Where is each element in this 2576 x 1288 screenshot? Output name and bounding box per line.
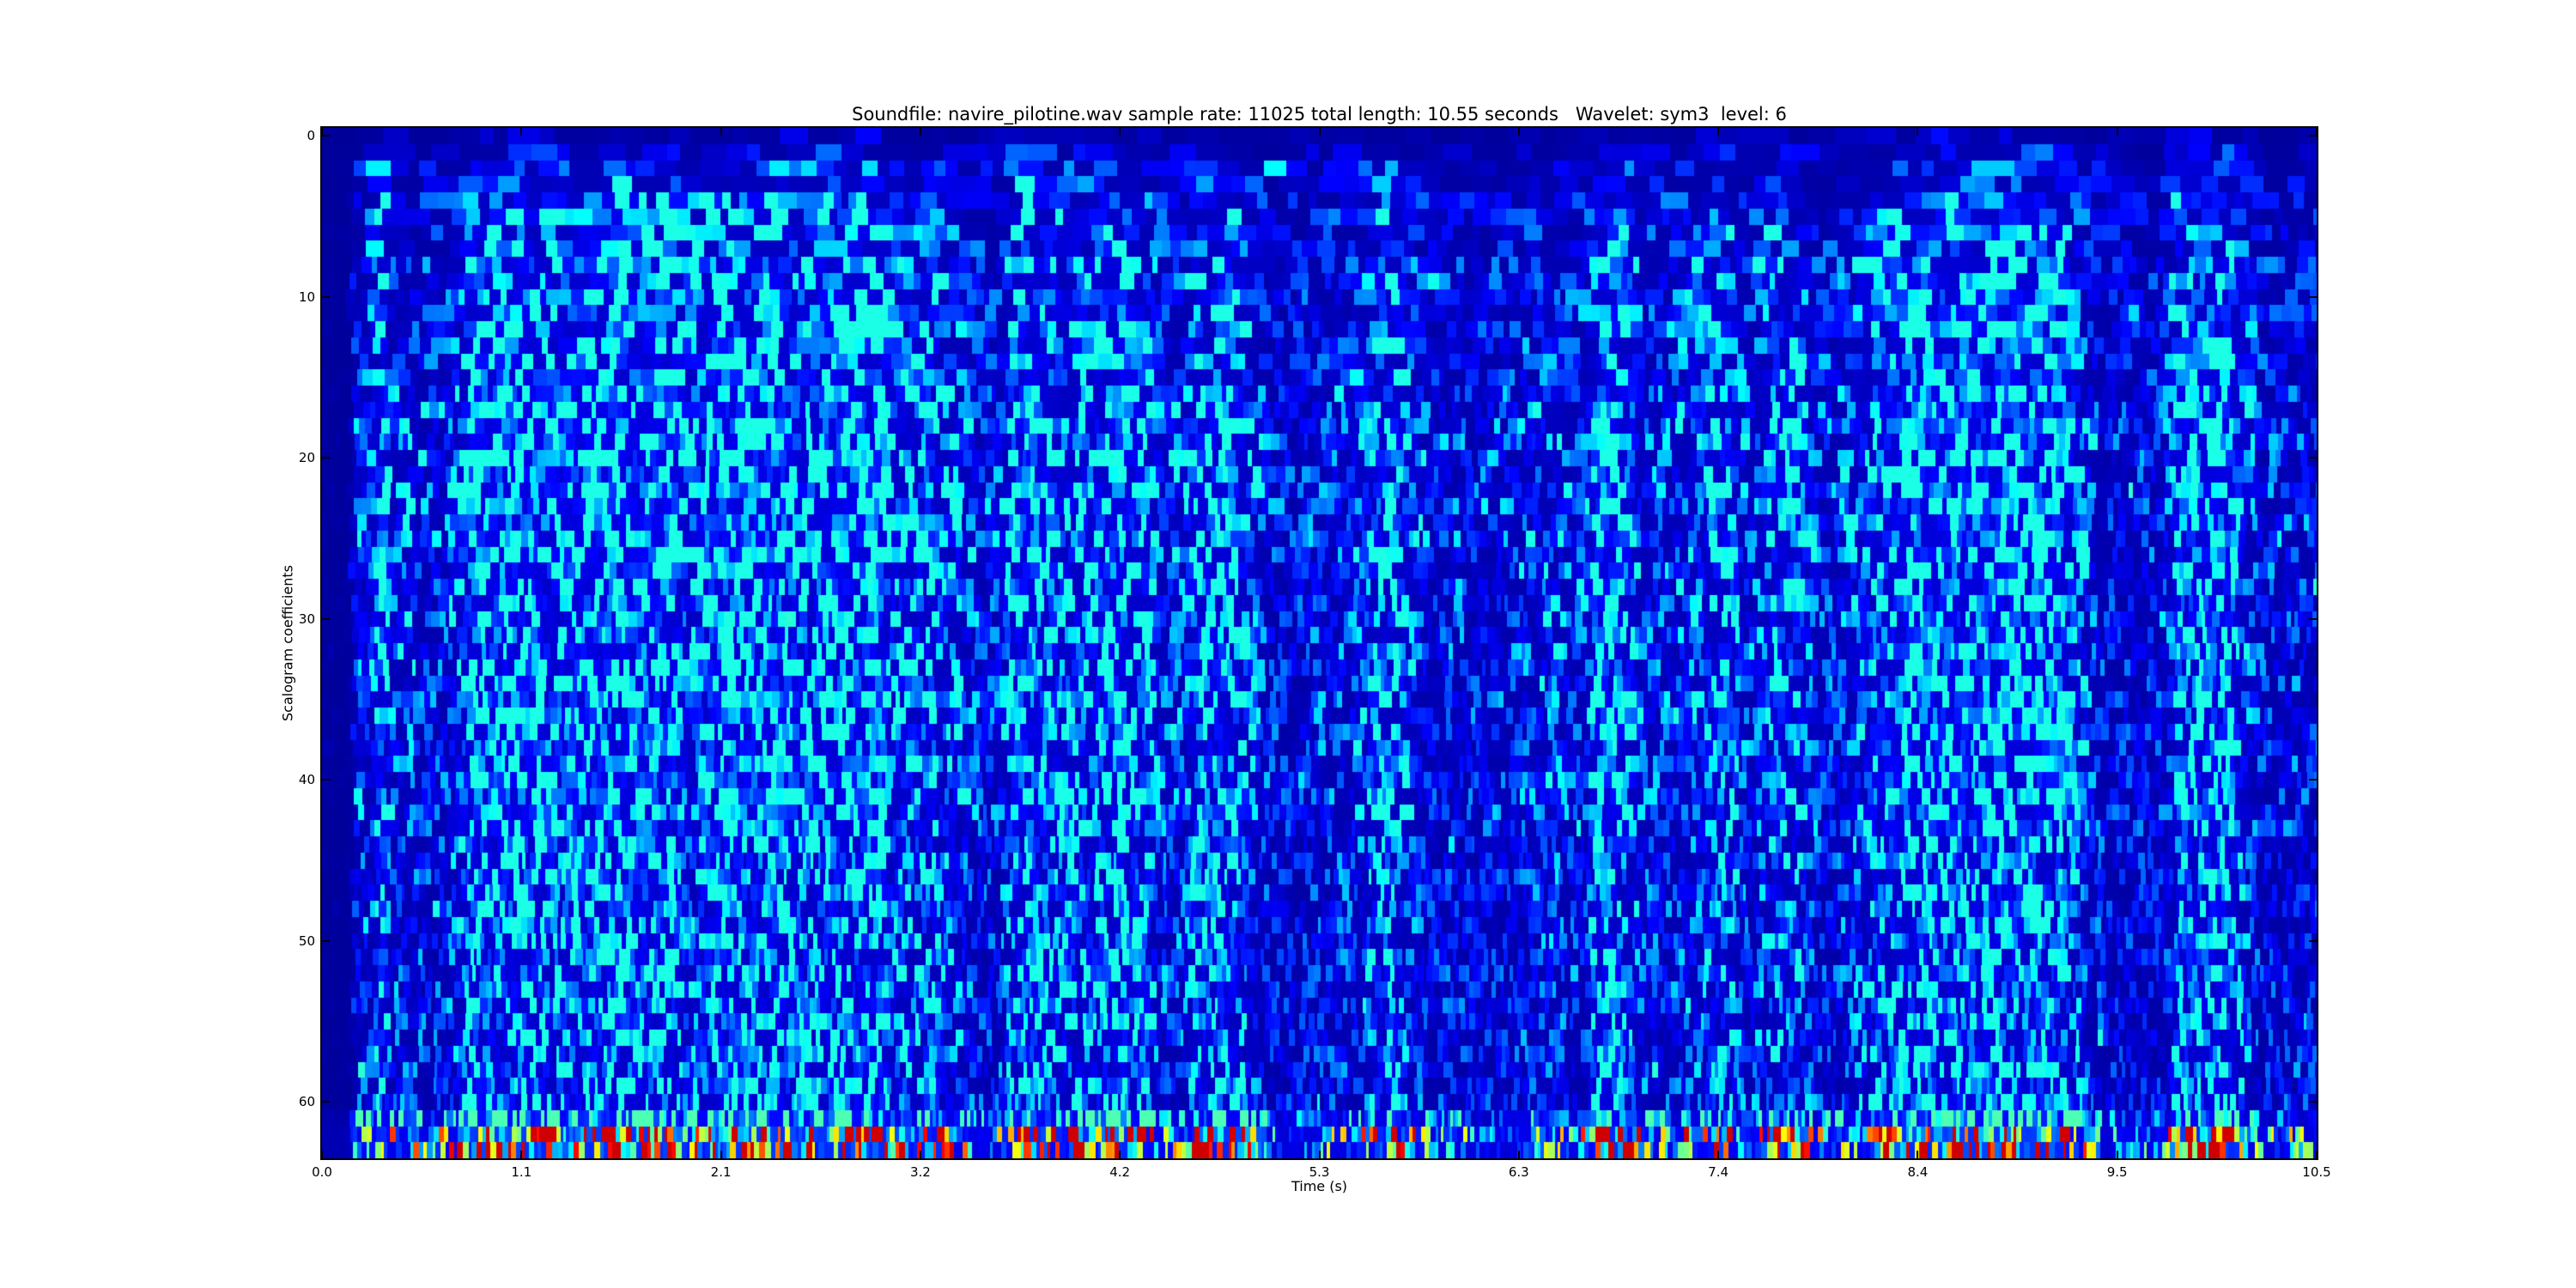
y-tick xyxy=(322,135,330,137)
y-tick xyxy=(2309,940,2317,942)
chart-title: Soundfile: navire_pilotine.wav sample ra… xyxy=(322,104,2317,125)
x-tick xyxy=(1518,1151,1520,1158)
y-tick-label: 10 xyxy=(246,288,315,307)
y-tick xyxy=(2309,296,2317,298)
x-tick xyxy=(2117,128,2118,136)
x-tick xyxy=(1518,128,1520,136)
y-tick xyxy=(2309,457,2317,459)
y-tick xyxy=(2309,618,2317,620)
scalogram-heatmap xyxy=(322,128,2317,1158)
x-tick-label: 9.5 xyxy=(2079,1163,2156,1181)
x-tick xyxy=(920,128,921,136)
x-tick-label: 6.3 xyxy=(1480,1163,1558,1181)
y-tick xyxy=(322,940,330,942)
x-tick xyxy=(520,1151,522,1158)
x-tick xyxy=(1119,128,1121,136)
x-tick xyxy=(520,128,522,136)
x-tick xyxy=(1917,128,1918,136)
plot-area xyxy=(320,126,2318,1160)
x-tick-label: 7.4 xyxy=(1680,1163,1757,1181)
y-tick xyxy=(322,1101,330,1103)
figure-root: Soundfile: navire_pilotine.wav sample ra… xyxy=(0,0,2576,1288)
x-tick-label: 5.3 xyxy=(1281,1163,1358,1181)
x-tick-label: 2.1 xyxy=(683,1163,760,1181)
x-tick xyxy=(1319,1151,1321,1158)
x-tick xyxy=(720,1151,722,1158)
x-tick xyxy=(1917,1151,1918,1158)
x-tick-label: 3.2 xyxy=(882,1163,959,1181)
x-tick xyxy=(321,1151,323,1158)
x-tick-label: 4.2 xyxy=(1081,1163,1158,1181)
x-tick-label: 10.5 xyxy=(2278,1163,2355,1181)
y-tick xyxy=(322,618,330,620)
x-tick xyxy=(920,1151,921,1158)
x-tick xyxy=(720,128,722,136)
y-tick-label: 0 xyxy=(246,126,315,145)
y-tick xyxy=(322,457,330,459)
y-tick-label: 30 xyxy=(246,610,315,629)
y-axis-label: Scalogram coefficients xyxy=(280,565,296,721)
y-tick-label: 60 xyxy=(246,1092,315,1111)
x-tick-label: 0.0 xyxy=(283,1163,361,1181)
x-tick-label: 1.1 xyxy=(483,1163,560,1181)
x-tick xyxy=(2117,1151,2118,1158)
x-tick xyxy=(2316,1151,2318,1158)
y-tick xyxy=(2309,135,2317,137)
y-tick xyxy=(322,779,330,781)
y-tick xyxy=(322,296,330,298)
x-tick xyxy=(1119,1151,1121,1158)
x-tick xyxy=(1319,128,1321,136)
y-tick-label: 50 xyxy=(246,932,315,951)
x-tick xyxy=(1717,1151,1719,1158)
y-tick-label: 20 xyxy=(246,448,315,467)
y-tick xyxy=(2309,779,2317,781)
y-tick xyxy=(2309,1101,2317,1103)
x-tick-label: 8.4 xyxy=(1879,1163,1956,1181)
y-tick-label: 40 xyxy=(246,770,315,789)
x-tick xyxy=(1717,128,1719,136)
